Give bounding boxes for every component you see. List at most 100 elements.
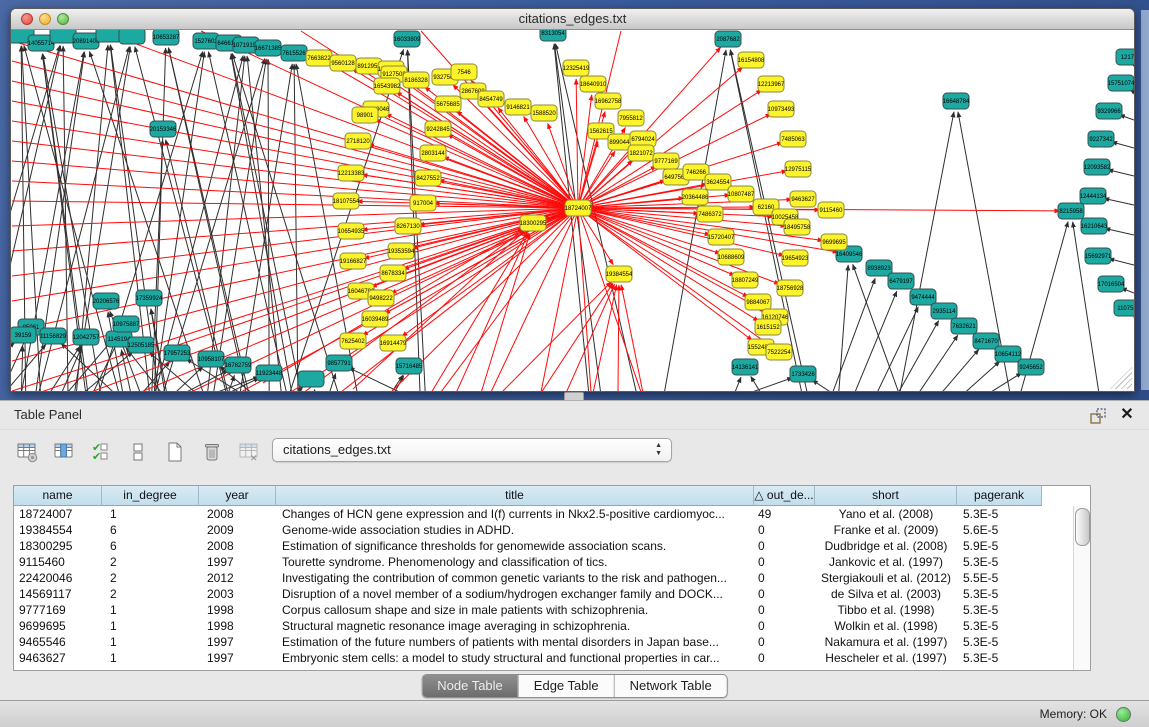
graph-node-yellow[interactable]: 7522254 <box>766 344 792 360</box>
column-header-out_de[interactable]: △ out_de... <box>754 486 815 506</box>
graph-node-teal[interactable]: 1527602 <box>193 33 219 49</box>
graph-node-yellow[interactable]: 8267130 <box>395 218 421 234</box>
graph-node-yellow[interactable]: 18756928 <box>777 280 804 296</box>
graph-node-yellow[interactable]: 7485063 <box>780 131 806 147</box>
graph-node-teal[interactable]: 110753 <box>1114 300 1134 316</box>
table-row[interactable]: 2242004622012Investigating the contribut… <box>14 570 1090 586</box>
graph-node-yellow[interactable]: 9242845 <box>425 121 451 137</box>
table-row[interactable]: 1830029562008Estimation of significance … <box>14 538 1090 554</box>
graph-node-teal[interactable]: 2935114 <box>931 303 957 319</box>
table-row[interactable]: 977716911998Corpus callosum shape and si… <box>14 602 1090 618</box>
graph-node-teal[interactable]: 12444134 <box>1080 188 1107 204</box>
graph-node-teal[interactable]: 9245652 <box>1018 359 1044 375</box>
graph-node-teal[interactable]: 16671385 <box>255 40 282 56</box>
graph-node-yellow[interactable]: 3624554 <box>705 174 731 190</box>
graph-node-yellow[interactable]: 16154808 <box>738 52 765 68</box>
graph-node-teal[interactable]: 9857791 <box>326 355 352 371</box>
graph-node-teal[interactable] <box>298 371 324 387</box>
graph-node-teal[interactable]: 8313054 <box>540 30 566 41</box>
column-header-short[interactable]: short <box>815 486 957 506</box>
graph-node-teal[interactable]: 8471670 <box>973 333 999 349</box>
graph-node-teal[interactable]: 9227342 <box>1088 131 1114 147</box>
graph-node-yellow[interactable]: 19353594 <box>388 243 415 259</box>
table-scrollbar[interactable] <box>1073 506 1090 670</box>
table-row[interactable]: 946554611997Estimation of the future num… <box>14 634 1090 650</box>
graph-node-yellow[interactable]: 2718120 <box>345 133 371 149</box>
graph-node-yellow[interactable]: 7546 <box>451 64 477 80</box>
graph-node-teal[interactable]: 16648784 <box>943 93 970 109</box>
column-header-year[interactable]: year <box>199 486 276 506</box>
table-row[interactable]: 1872400712008Changes of HCN gene express… <box>14 506 1090 522</box>
graph-node-yellow[interactable]: 19166827 <box>340 253 367 269</box>
table-row[interactable]: 911546021997Tourette syndrome. Phenomeno… <box>14 554 1090 570</box>
delete-column-button[interactable] <box>199 439 225 465</box>
graph-node-yellow[interactable]: 16962758 <box>595 93 622 109</box>
graph-node-yellow[interactable]: 10807487 <box>728 186 755 202</box>
graph-node-yellow[interactable]: 9498222 <box>368 290 394 306</box>
maximize-window-button[interactable] <box>57 13 69 25</box>
graph-node-yellow[interactable]: 18495758 <box>784 219 811 235</box>
graph-node-teal[interactable]: 20206576 <box>93 293 120 309</box>
graph-node-teal[interactable]: 10975887 <box>113 316 140 332</box>
graph-node-teal[interactable]: 7632621 <box>951 318 977 334</box>
table-row[interactable]: 1456911722003Disruption of a novel membe… <box>14 586 1090 602</box>
graph-node-yellow[interactable]: 5675685 <box>435 96 461 112</box>
select-all-button[interactable]: ✔✔ <box>88 439 114 465</box>
table-scrollbar-thumb[interactable] <box>1075 508 1090 546</box>
graph-node-yellow[interactable]: 9115460 <box>818 202 844 218</box>
graph-node-teal[interactable]: 39159 <box>11 327 36 343</box>
graph-node-teal[interactable]: 15692971 <box>1085 248 1112 264</box>
column-header-in_degree[interactable]: in_degree <box>102 486 199 506</box>
graph-node-teal[interactable]: 15716485 <box>396 358 423 374</box>
graph-node-teal[interactable]: 1733426 <box>790 366 816 382</box>
close-panel-icon[interactable]: ✕ <box>1117 404 1137 426</box>
tab-edge-table[interactable]: Edge Table <box>519 675 615 697</box>
graph-node-yellow[interactable]: 10654935 <box>338 223 365 239</box>
delete-table-button[interactable]: ✕ <box>236 439 262 465</box>
graph-node-teal[interactable]: 20153346 <box>150 121 177 137</box>
graph-node-yellow[interactable]: 1615152 <box>755 319 781 335</box>
tab-node-table[interactable]: Node Table <box>422 675 519 697</box>
graph-node-yellow[interactable]: 917004 <box>410 195 436 211</box>
graph-node-teal[interactable] <box>96 30 122 42</box>
network-window-titlebar[interactable]: citations_edges.txt <box>11 9 1134 30</box>
graph-node-teal[interactable]: 10654112 <box>995 346 1022 362</box>
table-mode-button[interactable] <box>14 439 40 465</box>
column-header-title[interactable]: title <box>276 486 754 506</box>
graph-node-yellow[interactable]: 8454749 <box>478 91 504 107</box>
table-row[interactable]: 969969511998Structural magnetic resonanc… <box>14 618 1090 634</box>
graph-node-yellow[interactable]: 1821072 <box>628 145 654 161</box>
graph-node-yellow[interactable]: 9560128 <box>330 55 356 71</box>
graph-node-teal[interactable]: 8938923 <box>866 260 892 276</box>
create-column-button[interactable] <box>162 439 188 465</box>
graph-node-teal[interactable]: 12505185 <box>128 337 155 353</box>
close-window-button[interactable] <box>21 13 33 25</box>
table-row[interactable]: 946362711997Embryonic stem cells: a mode… <box>14 650 1090 666</box>
graph-node-teal[interactable]: 6479197 <box>888 273 914 289</box>
network-canvas[interactable]: 1405571420891406106532871527602646616110… <box>11 30 1134 391</box>
graph-node-yellow[interactable]: 18640910 <box>580 76 607 92</box>
graph-node-teal[interactable]: 11923448 <box>256 365 283 381</box>
graph-node-yellow[interactable]: 9777169 <box>653 153 679 169</box>
graph-node-yellow[interactable]: 18724007 <box>565 200 592 216</box>
graph-node-yellow[interactable]: 7625402 <box>340 333 366 349</box>
column-header-pagerank[interactable]: pagerank <box>957 486 1042 506</box>
graph-node-yellow[interactable]: 12975115 <box>785 161 812 177</box>
graph-node-yellow[interactable]: 18107554 <box>333 193 360 209</box>
graph-node-yellow[interactable]: 10973493 <box>768 101 795 117</box>
column-header-name[interactable]: name <box>14 486 102 506</box>
graph-node-teal[interactable]: 12042757 <box>73 329 100 345</box>
graph-node-yellow[interactable]: 12213967 <box>758 76 785 92</box>
tab-network-table[interactable]: Network Table <box>615 675 727 697</box>
graph-node-teal[interactable]: 16782759 <box>225 357 252 373</box>
graph-node-yellow[interactable]: 18807249 <box>732 272 759 288</box>
graph-node-yellow[interactable]: 19654923 <box>782 250 809 266</box>
clear-selection-button[interactable] <box>125 439 151 465</box>
graph-node-teal[interactable]: 16210643 <box>1081 218 1108 234</box>
graph-node-yellow[interactable]: 19384554 <box>606 266 633 282</box>
graph-node-teal[interactable]: 12093582 <box>1084 159 1111 175</box>
citation-graph[interactable]: 1405571420891406106532871527602646616110… <box>11 30 1134 391</box>
graph-node-teal[interactable]: 11156829 <box>40 328 67 344</box>
graph-node-teal[interactable]: 9329966 <box>1096 103 1122 119</box>
graph-node-yellow[interactable]: 16914479 <box>380 335 407 351</box>
